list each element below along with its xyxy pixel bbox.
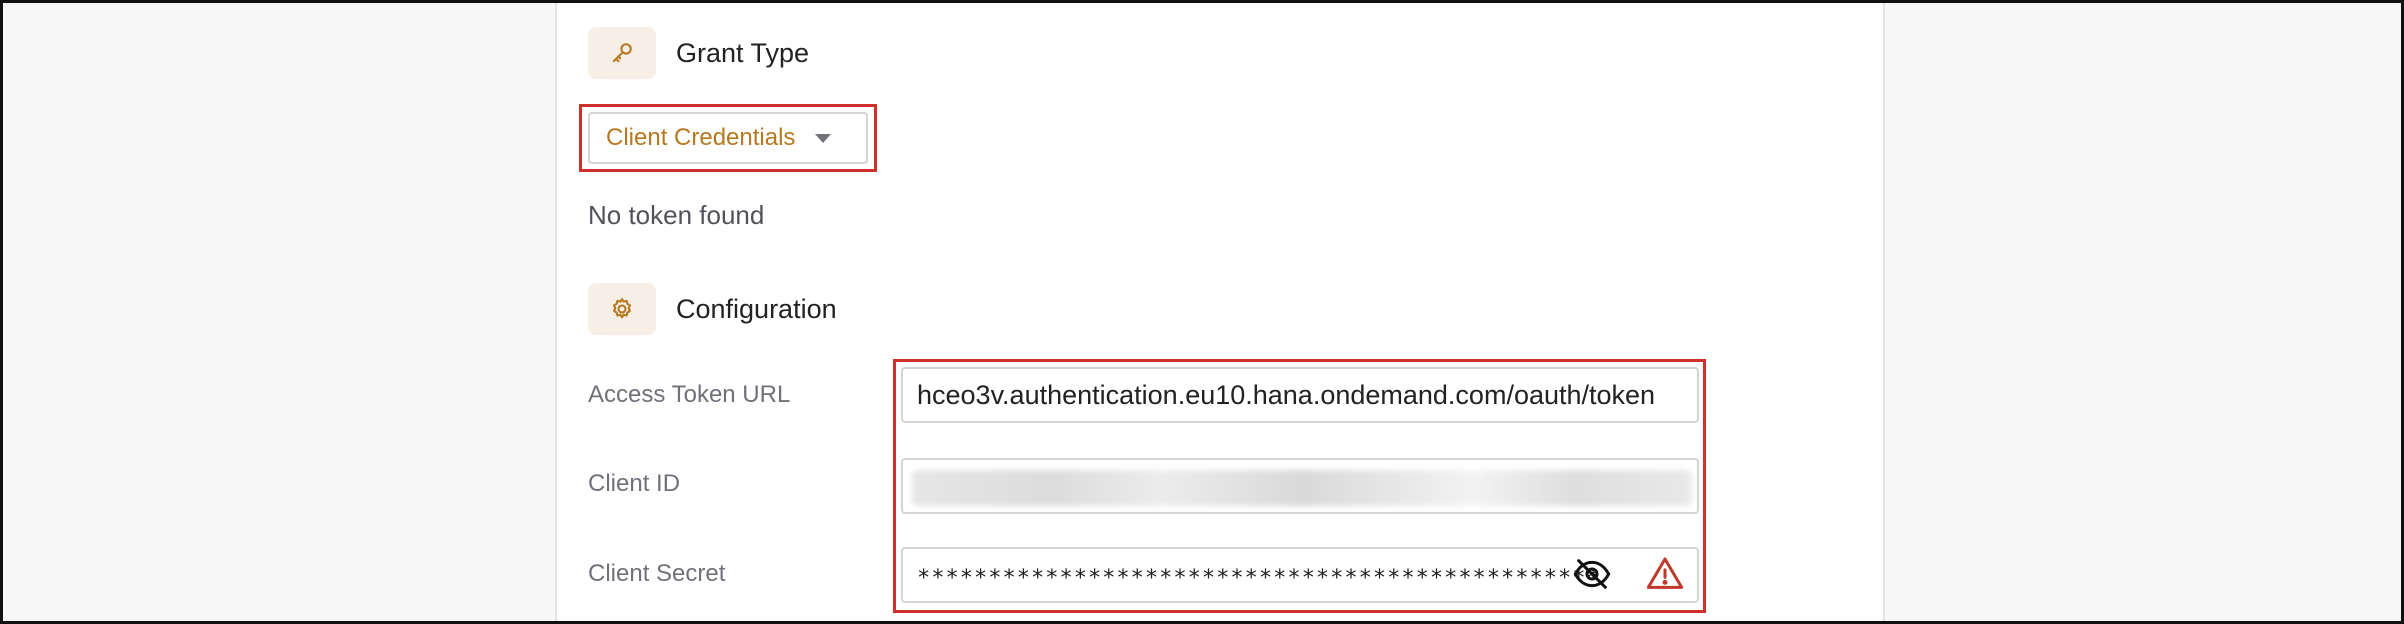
- chevron-down-icon: [815, 133, 832, 143]
- access-token-url-input[interactable]: hceo3v.authentication.eu10.hana.ondemand…: [901, 367, 1699, 423]
- configuration-title: Configuration: [676, 294, 837, 324]
- gear-icon: [588, 283, 656, 335]
- warning-icon: [1646, 557, 1684, 589]
- access-token-url-label: Access Token URL: [588, 381, 791, 408]
- eye-slash-icon[interactable]: [1572, 554, 1612, 594]
- key-icon: [588, 27, 656, 79]
- client-id-redacted: [912, 470, 1692, 506]
- token-status: No token found: [588, 200, 765, 230]
- grant-type-dropdown[interactable]: Client Credentials: [588, 112, 868, 164]
- grant-type-selected: Client Credentials: [606, 124, 796, 151]
- client-id-label: Client ID: [588, 470, 681, 497]
- grant-type-title: Grant Type: [676, 38, 810, 68]
- access-token-url-value: hceo3v.authentication.eu10.hana.ondemand…: [917, 379, 1656, 410]
- client-secret-label: Client Secret: [588, 560, 726, 587]
- client-secret-value: ****************************************…: [917, 565, 1601, 591]
